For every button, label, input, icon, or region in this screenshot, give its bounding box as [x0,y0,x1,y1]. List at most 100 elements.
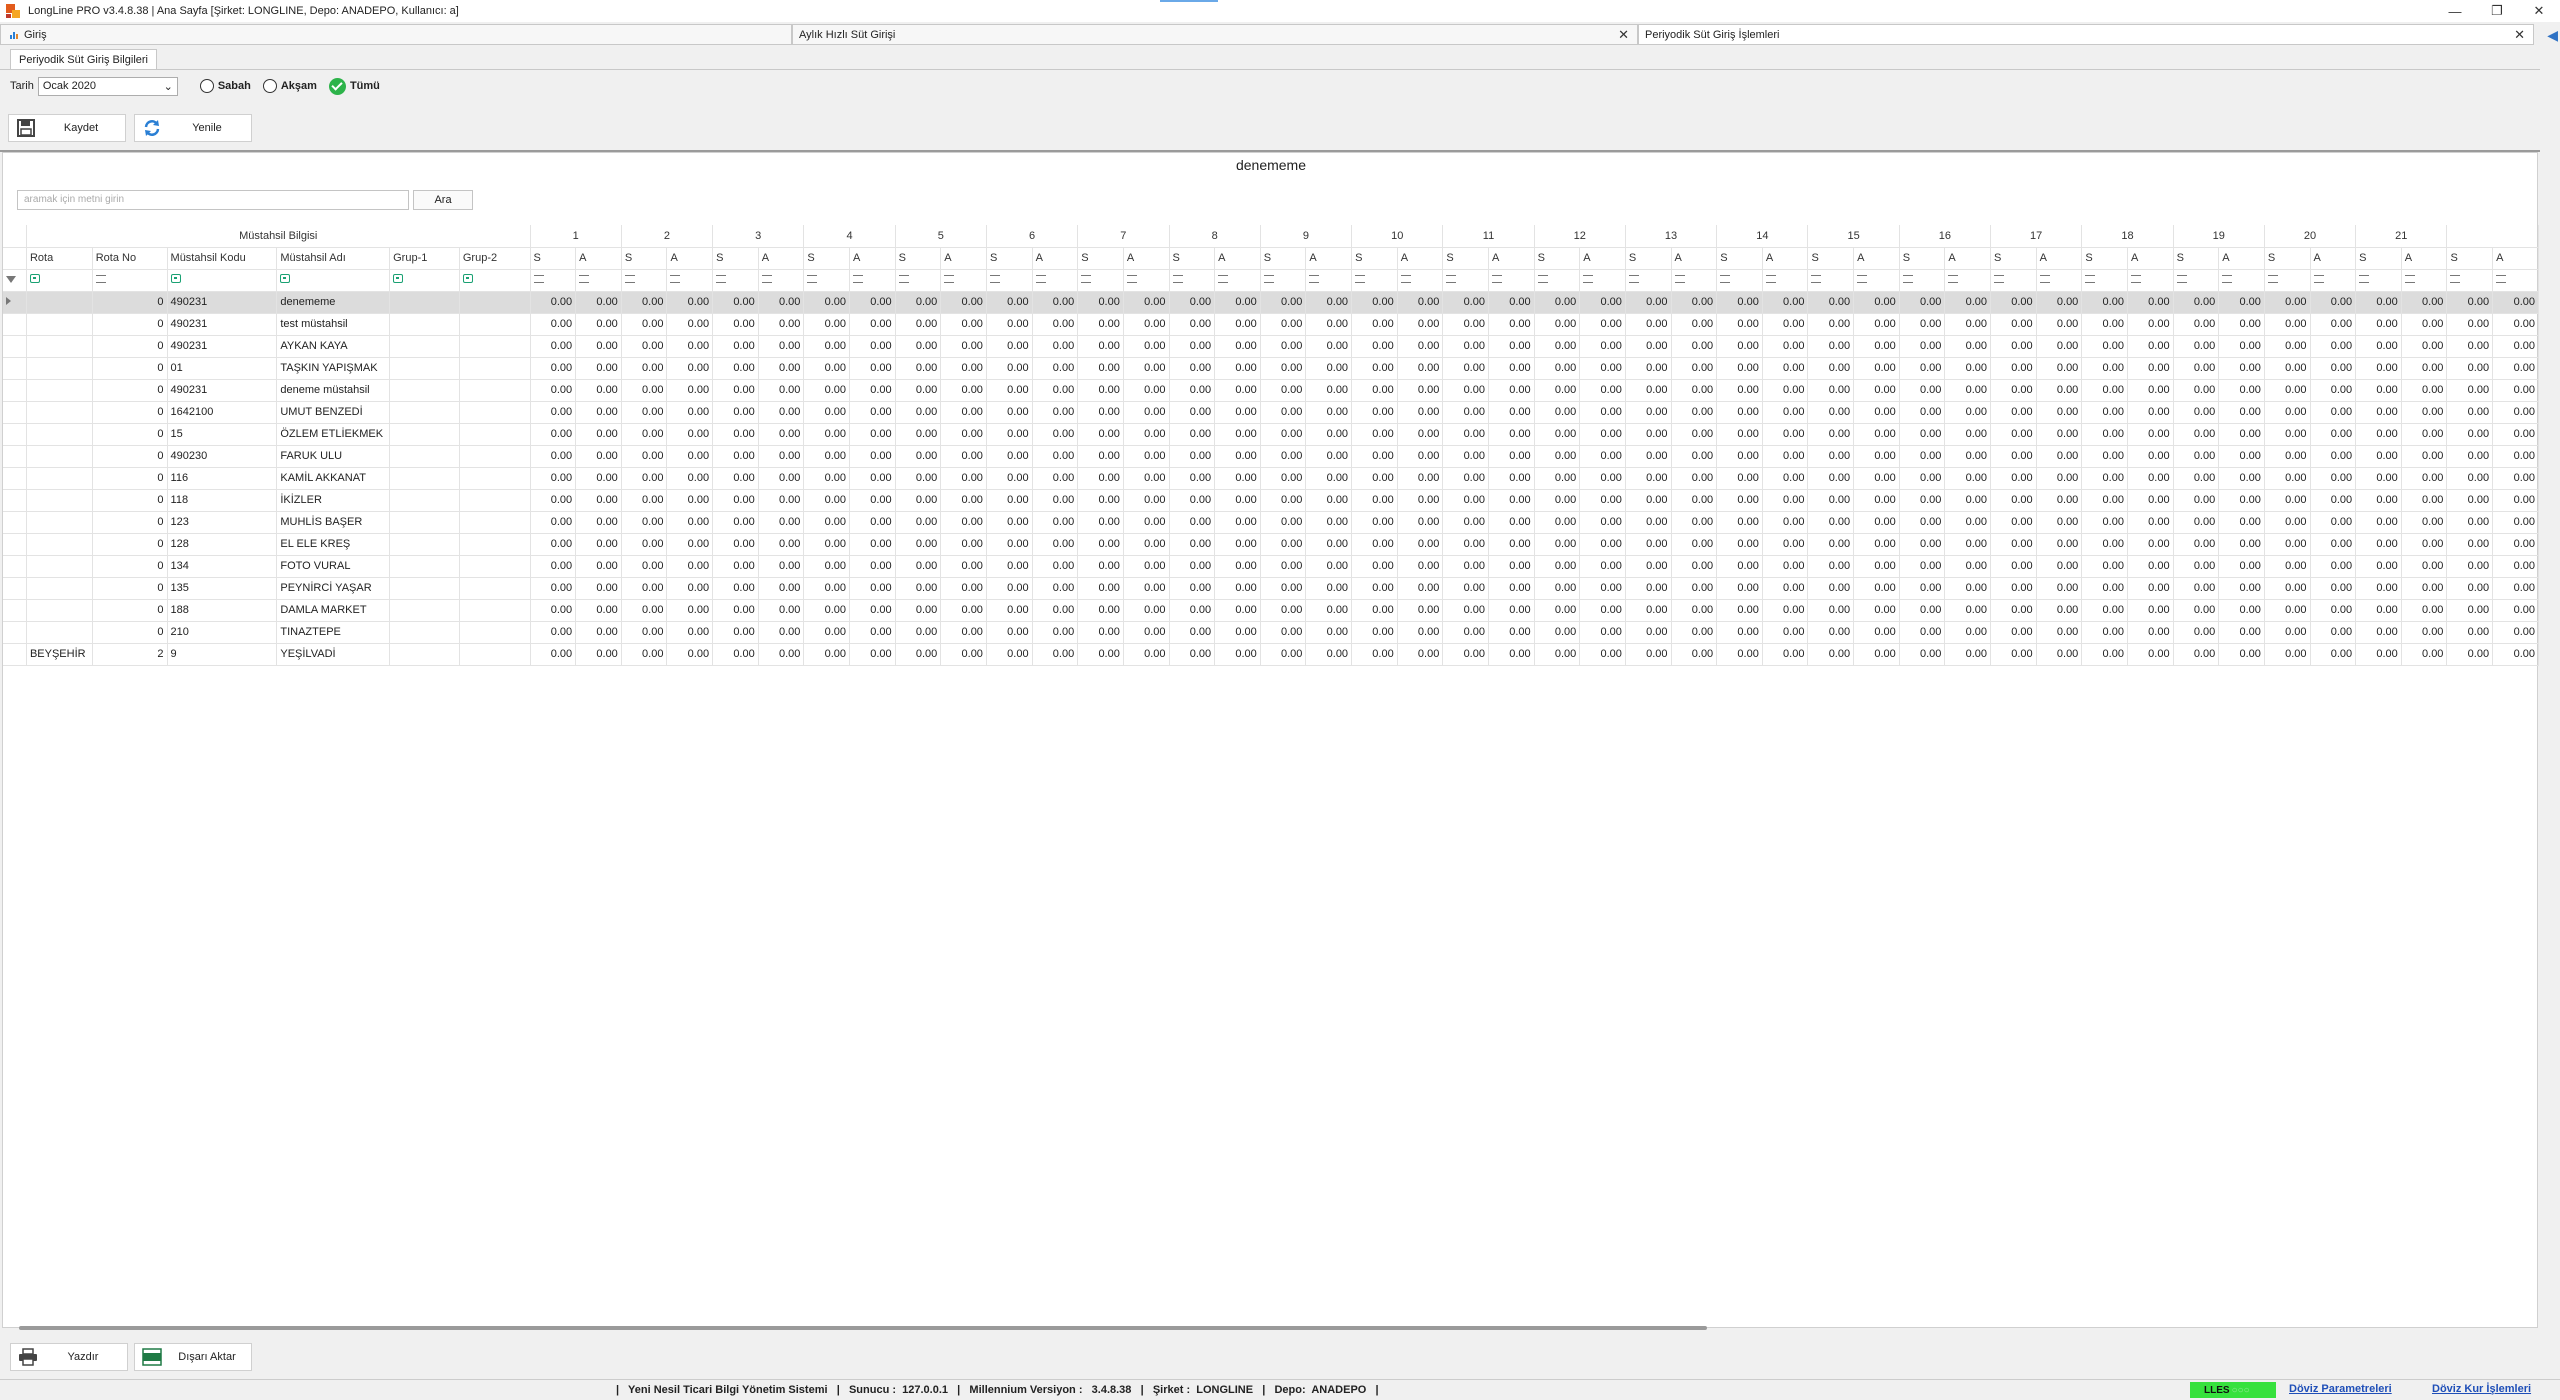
cell-value[interactable]: 0.00 [1716,533,1763,556]
cell-value[interactable]: 0.00 [2401,313,2448,336]
cell-value[interactable]: 0.00 [712,423,759,446]
filter-cell[interactable] [1488,269,1535,292]
cell-value[interactable]: 0.00 [530,379,577,402]
cell-rota-no[interactable]: 0 [92,379,168,402]
cell-value[interactable]: 0.00 [1488,533,1535,556]
cell-value[interactable]: 0.00 [1716,489,1763,512]
cell-value[interactable]: 0.00 [2173,357,2220,380]
day-header[interactable]: 14 [1716,225,1809,248]
cell-value[interactable]: 0.00 [1077,511,1124,534]
cell-value[interactable]: 0.00 [2310,577,2357,600]
cell-value[interactable]: 0.00 [575,577,622,600]
cell-value[interactable]: 0.00 [1214,621,1261,644]
cell-value[interactable]: 0.00 [1442,511,1489,534]
cell-value[interactable]: 0.00 [1397,621,1444,644]
cell-value[interactable]: 0.00 [575,313,622,336]
cell-value[interactable]: 0.00 [1260,335,1307,358]
cell-value[interactable]: 0.00 [1944,401,1992,424]
cell-value[interactable]: 0.00 [1351,533,1398,556]
cell-value[interactable]: 0.00 [1305,357,1353,380]
cell-value[interactable]: 0.00 [1077,533,1124,556]
cell-value[interactable]: 0.00 [1625,643,1672,666]
cell-value[interactable]: 0.00 [2127,643,2174,666]
row-indicator[interactable] [3,599,27,622]
cell-value[interactable]: 0.00 [758,489,805,512]
cell-value[interactable]: 0.00 [895,313,942,336]
cell-ad[interactable]: AYKAN KAYA [276,335,391,358]
table-row[interactable]: 0 118 İKİZLER 0.00 0.00 0.00 0.00 0.00 0.00 0.00 0… [3,489,2539,512]
cell-value[interactable]: 0.00 [2081,621,2128,644]
cell-value[interactable]: 0.00 [1716,577,1763,600]
cell-value[interactable]: 0.00 [986,555,1033,578]
cell-value[interactable]: 0.00 [2310,401,2357,424]
column-header-evening[interactable]: A [575,247,622,270]
cell-value[interactable]: 0.00 [2401,511,2448,534]
filter-cell[interactable] [1442,269,1489,292]
cell-value[interactable]: 0.00 [1716,621,1763,644]
column-header[interactable]: Rota [26,247,93,270]
cell-value[interactable]: 0.00 [849,357,896,380]
cell-value[interactable]: 0.00 [1488,335,1535,358]
cell-value[interactable]: 0.00 [1671,489,1718,512]
cell-value[interactable]: 0.00 [803,423,851,446]
cell-value[interactable]: 0.00 [2218,401,2265,424]
cell-value[interactable]: 0.00 [1077,313,1124,336]
column-header-morning[interactable]: S [1351,247,1398,270]
column-header-evening[interactable]: A [2310,247,2357,270]
cell-value[interactable]: 0.00 [1807,599,1855,622]
cell-value[interactable]: 0.00 [1397,423,1444,446]
cell-value[interactable]: 0.00 [1853,577,1900,600]
cell-value[interactable]: 0.00 [2355,511,2402,534]
cell-rota[interactable] [26,291,93,314]
cell-value[interactable]: 0.00 [1077,489,1124,512]
cell-value[interactable]: 0.00 [940,379,987,402]
cell-value[interactable]: 0.00 [1716,445,1763,468]
cell-value[interactable]: 0.00 [2036,489,2083,512]
cell-value[interactable]: 0.00 [2492,577,2539,600]
cell-value[interactable]: 0.00 [1032,533,1079,556]
cell-value[interactable]: 0.00 [1990,291,2037,314]
cell-value[interactable]: 0.00 [2264,643,2311,666]
cell-value[interactable]: 0.00 [1625,401,1672,424]
cell-value[interactable]: 0.00 [1214,313,1261,336]
cell-value[interactable]: 0.00 [712,511,759,534]
cell-rota-no[interactable]: 0 [92,401,168,424]
cell-value[interactable]: 0.00 [2218,313,2265,336]
cell-value[interactable]: 0.00 [1351,621,1398,644]
table-row[interactable]: 0 490230 FARUK ULU 0.00 0.00 0.00 0.00 0.00 0.00… [3,445,2539,468]
cell-rota-no[interactable]: 0 [92,445,168,468]
cell-ad[interactable]: MUHLİS BAŞER [276,511,391,534]
cell-value[interactable]: 0.00 [1625,555,1672,578]
cell-value[interactable]: 0.00 [2218,357,2265,380]
cell-value[interactable]: 0.00 [895,643,942,666]
cell-value[interactable]: 0.00 [758,577,805,600]
cell-value[interactable]: 0.00 [1762,423,1809,446]
cell-value[interactable]: 0.00 [1853,291,1900,314]
cell-value[interactable]: 0.00 [2173,489,2220,512]
cell-value[interactable]: 0.00 [1899,357,1946,380]
search-input[interactable]: aramak için metni girin [17,190,409,210]
cell-value[interactable]: 0.00 [1990,357,2037,380]
collapse-arrow-icon[interactable]: ◀ [2547,27,2558,44]
cell-value[interactable]: 0.00 [1762,401,1809,424]
cell-value[interactable]: 0.00 [1534,577,1581,600]
filter-equals-icon[interactable] [2267,275,2278,283]
refresh-button[interactable]: Yenile [134,114,252,142]
cell-value[interactable]: 0.00 [2446,533,2494,556]
radio-evening[interactable]: Akşam [262,79,317,93]
cell-value[interactable]: 0.00 [1853,379,1900,402]
cell-value[interactable]: 0.00 [2446,621,2494,644]
cell-value[interactable]: 0.00 [2355,291,2402,314]
cell-value[interactable]: 0.00 [2310,489,2357,512]
cell-value[interactable]: 0.00 [895,555,942,578]
cell-kod[interactable]: 210 [167,621,278,644]
cell-value[interactable]: 0.00 [575,467,622,490]
cell-value[interactable]: 0.00 [1807,401,1855,424]
column-header-evening[interactable]: A [2218,247,2265,270]
day-header[interactable]: 8 [1169,225,1261,248]
cell-value[interactable]: 0.00 [1853,555,1900,578]
cell-grup-1[interactable] [389,489,460,512]
cell-value[interactable]: 0.00 [940,335,987,358]
cell-value[interactable]: 0.00 [986,357,1033,380]
cell-value[interactable]: 0.00 [895,533,942,556]
